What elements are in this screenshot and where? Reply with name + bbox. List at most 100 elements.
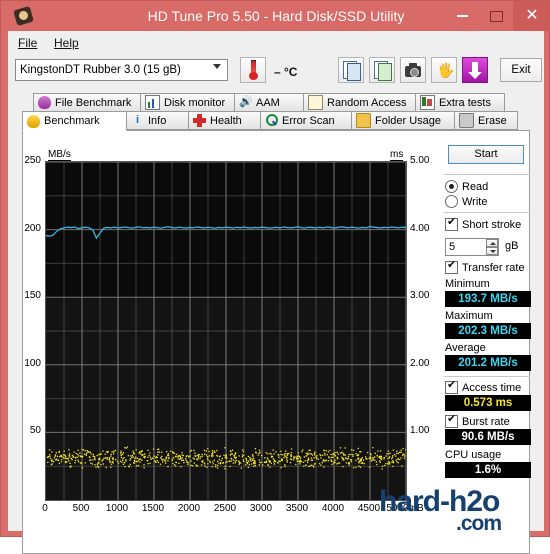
minimum-label: Minimum xyxy=(445,278,490,290)
write-radio[interactable]: Write xyxy=(445,195,487,208)
trash-icon xyxy=(459,113,474,128)
device-label: KingstonDT Rubber 3.0 (15 gB) xyxy=(20,64,181,76)
access-time-checkbox[interactable]: Access time xyxy=(445,380,521,394)
burst-rate-checkbox[interactable]: Burst rate xyxy=(445,414,510,428)
short-stroke-checkbox[interactable]: Short stroke xyxy=(445,217,522,231)
minimum-value: 193.7 MB/s xyxy=(445,291,531,307)
tab-label: Error Scan xyxy=(282,114,335,127)
close-icon: ✕ xyxy=(525,7,539,24)
chart-ylabel: MB/s xyxy=(48,149,71,161)
download-icon xyxy=(468,62,482,79)
checkbox-access-time-icon xyxy=(445,380,458,394)
tab-disk-monitor[interactable]: Disk monitor xyxy=(140,93,235,112)
cross-icon xyxy=(193,114,206,127)
bar-chart-icon xyxy=(145,95,160,110)
short-stroke-stepper[interactable] xyxy=(486,239,498,255)
cpu-usage-label: CPU usage xyxy=(445,449,502,461)
tab-label: Benchmark xyxy=(44,115,100,127)
xtick-label: 1500 xyxy=(141,503,165,514)
transfer-rate-checkbox[interactable]: Transfer rate xyxy=(445,260,525,274)
temperature-button[interactable] xyxy=(240,57,266,83)
tab-folder-usage[interactable]: Folder Usage xyxy=(351,111,455,130)
copy-button[interactable] xyxy=(338,57,364,83)
maximum-value: 202.3 MB/s xyxy=(445,323,531,339)
folder-icon xyxy=(356,113,371,128)
y2tick-label: 3.00 xyxy=(410,290,430,302)
ytick-label: 150 xyxy=(24,290,41,302)
title-bar: HD Tune Pro 5.50 - Hard Disk/SSD Utility… xyxy=(1,1,550,31)
close-button[interactable]: ✕ xyxy=(513,1,550,31)
exit-button[interactable]: Exit xyxy=(500,58,542,82)
scatter-icon xyxy=(308,95,323,110)
tab-extra-tests[interactable]: Extra tests xyxy=(415,93,505,112)
tab-benchmark[interactable]: Benchmark xyxy=(22,111,127,131)
tab-health[interactable]: Health xyxy=(188,111,261,130)
read-label: Read xyxy=(462,180,489,193)
benchmark-chart xyxy=(45,161,407,501)
tab-random-access[interactable]: Random Access xyxy=(303,93,416,112)
xtick-label: 0 xyxy=(42,503,48,514)
chart-y2label: ms xyxy=(390,149,404,161)
tab-aam[interactable]: 🔊 AAM xyxy=(234,93,304,112)
menu-file[interactable]: File xyxy=(12,35,43,51)
tab-label: AAM xyxy=(256,96,280,109)
bulb-purple-icon xyxy=(38,96,51,109)
access-time-value: 0.573 ms xyxy=(445,395,531,411)
window-controls: ✕ xyxy=(445,1,550,31)
watermark-line2: .com xyxy=(456,512,502,535)
cpu-usage-value: 1.6% xyxy=(445,462,531,478)
short-stroke-unit: gB xyxy=(505,240,519,252)
tab-error-scan[interactable]: Error Scan xyxy=(260,111,352,130)
tab-info[interactable]: i Info xyxy=(126,111,189,130)
read-radio[interactable]: Read xyxy=(445,180,488,193)
tab-label: File Benchmark xyxy=(55,96,132,109)
y2tick-label: 1.00 xyxy=(410,425,430,437)
menu-bar: File Help xyxy=(8,31,544,53)
maximize-button[interactable] xyxy=(479,1,513,31)
copy-graph-button[interactable] xyxy=(369,57,395,83)
write-label: Write xyxy=(462,195,488,208)
hand-icon: 🖐 xyxy=(437,62,455,78)
chart-canvas xyxy=(46,162,406,500)
temperature-value: – °C xyxy=(274,65,298,79)
maximize-icon xyxy=(489,10,503,22)
tab-label: Disk monitor xyxy=(164,96,226,109)
xtick-label: 1000 xyxy=(105,503,129,514)
speaker-icon: 🔊 xyxy=(239,96,253,108)
xtick-label: 4000 xyxy=(321,503,345,514)
checkbox-transfer-rate-icon xyxy=(445,260,458,274)
xtick-label: 500 xyxy=(72,503,90,514)
minimize-button[interactable] xyxy=(445,1,479,31)
toolbar: KingstonDT Rubber 3.0 (15 gB) – °C 🖐 Exi… xyxy=(8,53,544,91)
ytick-label: 250 xyxy=(24,155,41,166)
magnifier-icon xyxy=(265,114,278,127)
tab-label: Folder Usage xyxy=(375,114,442,127)
tab-file-benchmark[interactable]: File Benchmark xyxy=(33,93,141,112)
tab-label: Health xyxy=(210,114,242,127)
stepper-up-icon[interactable] xyxy=(486,239,498,247)
y2tick-label: 5.00 xyxy=(410,155,430,166)
tab-label: Info xyxy=(148,114,167,127)
ytick-label: 100 xyxy=(24,357,41,369)
short-stroke-label: Short stroke xyxy=(462,218,522,231)
average-value: 201.2 MB/s xyxy=(445,355,531,371)
xtick-label: 2500 xyxy=(213,503,237,514)
device-dropdown[interactable]: KingstonDT Rubber 3.0 (15 gB) xyxy=(15,59,228,81)
tab-erase[interactable]: Erase xyxy=(454,111,518,130)
start-button[interactable]: Start xyxy=(448,145,524,164)
screenshot-button[interactable] xyxy=(400,57,426,83)
burst-rate-label: Burst rate xyxy=(462,415,510,428)
average-label: Average xyxy=(445,342,486,354)
stepper-down-icon[interactable] xyxy=(486,247,498,255)
xtick-label: 2000 xyxy=(177,503,201,514)
download-button[interactable] xyxy=(462,57,488,83)
xtick-label: 3000 xyxy=(249,503,273,514)
transfer-rate-label: Transfer rate xyxy=(462,261,525,274)
chevron-down-icon xyxy=(213,64,221,69)
ytick-label: 50 xyxy=(29,425,41,437)
tab-label: Random Access xyxy=(327,96,407,109)
checkbox-burst-rate-icon xyxy=(445,414,458,428)
y2tick-label: 2.00 xyxy=(410,357,430,369)
hand-button[interactable]: 🖐 xyxy=(431,57,457,83)
menu-help[interactable]: Help xyxy=(48,35,85,51)
